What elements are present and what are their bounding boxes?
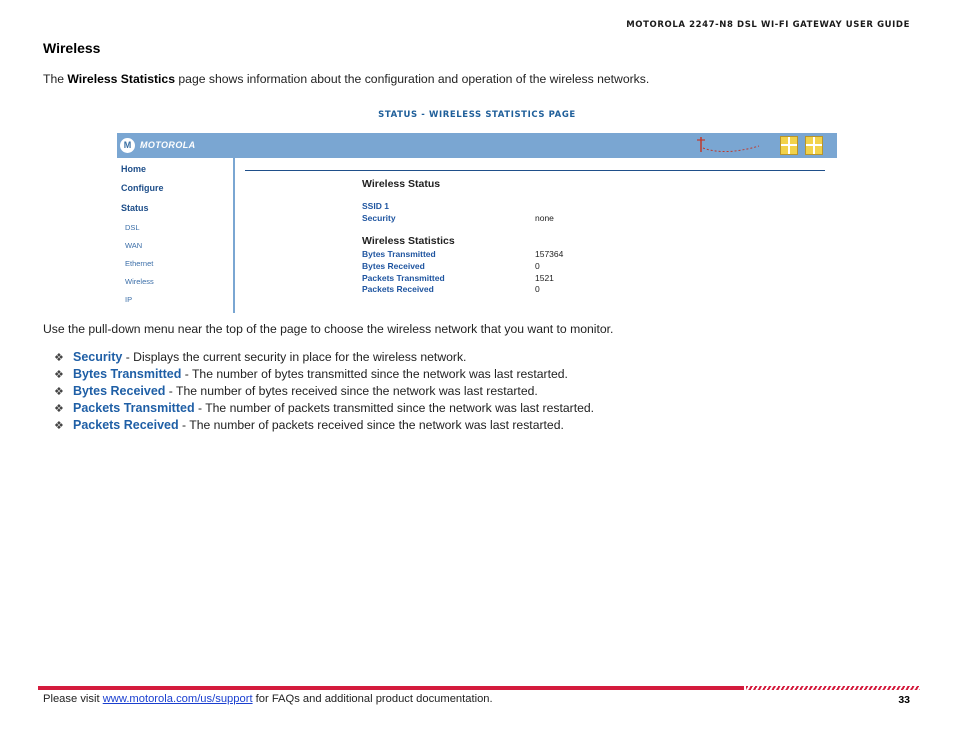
diamond-bullet-icon: ❖ — [54, 420, 64, 432]
packets-received-label: Packets Received — [362, 284, 434, 294]
list-term: Security — [73, 350, 123, 364]
intro-post: page shows information about the configu… — [175, 72, 650, 86]
field-definition-list: ❖ Security - Displays the current securit… — [54, 350, 594, 435]
security-value: none — [535, 213, 554, 223]
guide-title-header: MOTOROLA 2247-N8 DSL WI-FI GATEWAY USER … — [626, 20, 910, 30]
bytes-transmitted-label: Bytes Transmitted — [362, 249, 436, 259]
diamond-bullet-icon: ❖ — [54, 403, 64, 415]
wireless-statistics-heading: Wireless Statistics — [362, 235, 455, 247]
list-term: Packets Transmitted — [73, 401, 195, 415]
ui-top-bar: M MOTOROLA — [117, 133, 837, 158]
wireless-statistics-screenshot: M MOTOROLA Home Configure Status DSL WAN… — [117, 133, 837, 313]
list-item: ❖ Bytes Received - The number of bytes re… — [54, 384, 594, 401]
list-desc: - The number of packets transmitted sinc… — [194, 401, 595, 415]
nav-sub-ethernet[interactable]: Ethernet — [125, 259, 153, 268]
packets-transmitted-label: Packets Transmitted — [362, 273, 445, 283]
footer-post: for FAQs and additional product document… — [252, 693, 493, 705]
section-title: Wireless — [43, 40, 101, 56]
footer-pre: Please visit — [43, 693, 103, 705]
ui-sidebar-divider — [233, 158, 235, 313]
figure-caption: STATUS - WIRELESS STATISTICS PAGE — [378, 110, 576, 120]
list-term: Packets Received — [73, 418, 179, 432]
content-divider — [245, 170, 825, 171]
nav-sub-wan[interactable]: WAN — [125, 241, 142, 250]
intro-paragraph: The Wireless Statistics page shows infor… — [43, 72, 649, 86]
nav-configure[interactable]: Configure — [121, 183, 164, 193]
packets-transmitted-value: 1521 — [535, 273, 554, 283]
bytes-received-label: Bytes Received — [362, 261, 425, 271]
list-desc: - The number of bytes transmitted since … — [181, 367, 568, 381]
ssid-select[interactable]: SSID 1 — [362, 201, 389, 211]
footer-hatch-bar — [746, 686, 920, 690]
list-term: Bytes Transmitted — [73, 367, 182, 381]
packets-received-value: 0 — [535, 284, 540, 294]
nav-home[interactable]: Home — [121, 164, 146, 174]
list-item: ❖ Bytes Transmitted - The number of bytes… — [54, 367, 594, 384]
list-desc: - Displays the current security in place… — [122, 350, 467, 364]
list-item: ❖ Packets Received - The number of packet… — [54, 418, 594, 435]
bytes-received-value: 0 — [535, 261, 540, 271]
diamond-bullet-icon: ❖ — [54, 386, 64, 398]
list-desc: - The number of packets received since t… — [178, 418, 564, 432]
list-item: ❖ Packets Transmitted - The number of pac… — [54, 401, 594, 418]
windows-icon-2[interactable] — [805, 136, 823, 155]
list-item: ❖ Security - Displays the current securit… — [54, 350, 594, 367]
bytes-transmitted-value: 157364 — [535, 249, 564, 259]
support-link[interactable]: www.motorola.com/us/support — [103, 693, 253, 705]
list-desc: - The number of bytes received since the… — [165, 384, 538, 398]
wireless-status-heading: Wireless Status — [362, 178, 441, 190]
motorola-logo-icon: M — [120, 138, 135, 153]
intro-bold: Wireless Statistics — [67, 72, 175, 86]
intro-pre: The — [43, 72, 68, 86]
footer-red-bar — [38, 686, 744, 690]
footer-text: Please visit www.motorola.com/us/support… — [43, 693, 493, 705]
nav-sub-wireless[interactable]: Wireless — [125, 277, 154, 286]
diamond-bullet-icon: ❖ — [54, 352, 64, 364]
nav-sub-ip[interactable]: IP — [125, 295, 132, 304]
diamond-bullet-icon: ❖ — [54, 369, 64, 381]
page-number: 33 — [898, 694, 910, 706]
antenna-signal-icon — [697, 137, 760, 152]
nav-status[interactable]: Status — [121, 203, 149, 213]
body-paragraph: Use the pull-down menu near the top of t… — [43, 322, 614, 336]
ui-brand-name: MOTOROLA — [140, 140, 196, 150]
windows-icon-1[interactable] — [780, 136, 798, 155]
list-term: Bytes Received — [73, 384, 166, 398]
security-label: Security — [362, 213, 396, 223]
nav-sub-dsl[interactable]: DSL — [125, 223, 140, 232]
